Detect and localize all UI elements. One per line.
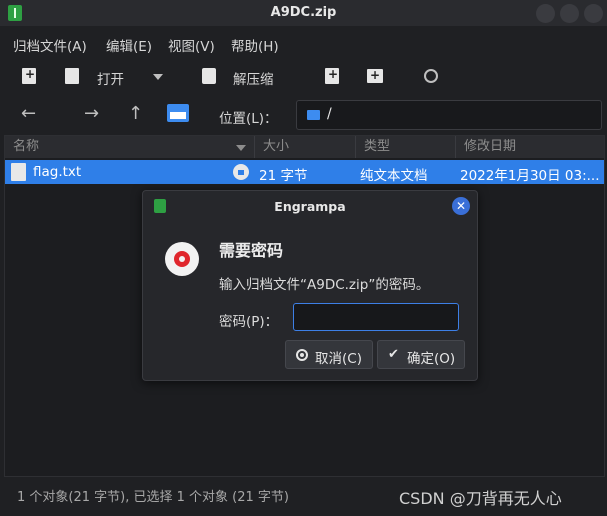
add-file-icon[interactable] xyxy=(325,67,339,84)
password-label: 密码(P)： xyxy=(219,314,279,330)
app-window: A9DC.zip 归档文件(A) 编辑(E) 视图(V) 帮助(H) 打开 解压… xyxy=(0,0,607,516)
ok-button[interactable]: ✔ 确定(O) xyxy=(377,340,465,369)
column-header-name[interactable]: 名称 xyxy=(5,136,255,158)
menu-bar: 归档文件(A) 编辑(E) 视图(V) 帮助(H) xyxy=(0,28,607,58)
minimize-button[interactable] xyxy=(536,4,555,23)
password-dialog: Engrampa ✕ 需要密码 输入归档文件“A9DC.zip”的密码。 密码(… xyxy=(142,190,478,381)
extract-icon[interactable] xyxy=(202,68,216,84)
password-key-icon xyxy=(165,242,199,276)
close-icon[interactable]: ✕ xyxy=(452,197,470,215)
up-arrow-icon[interactable]: ↑ xyxy=(128,103,143,124)
new-archive-icon[interactable] xyxy=(22,67,36,84)
location-field[interactable]: / xyxy=(296,100,602,130)
location-label: 位置(L)： xyxy=(219,111,278,127)
open-icon[interactable] xyxy=(65,68,79,84)
menu-archive[interactable]: 归档文件(A) xyxy=(13,35,87,55)
cancel-icon xyxy=(296,349,308,361)
password-input[interactable] xyxy=(293,303,459,331)
row-modified: 2022年1月30日 03:... xyxy=(460,168,600,184)
watermark: CSDN @刀背再无人心 xyxy=(399,489,562,508)
status-bar: 1 个对象(21 字节), 已选择 1 个对象 (21 字节) xyxy=(17,490,289,505)
back-arrow-icon[interactable]: ← xyxy=(21,103,36,124)
open-button[interactable]: 打开 xyxy=(97,68,124,88)
folder-icon xyxy=(307,110,320,120)
dialog-heading: 需要密码 xyxy=(219,241,284,260)
add-folder-icon[interactable] xyxy=(367,68,383,83)
row-size: 21 字节 xyxy=(259,168,308,184)
window-title: A9DC.zip xyxy=(270,5,337,20)
cancel-button-label: 取消(C) xyxy=(315,351,362,367)
column-header-modified[interactable]: 修改日期 xyxy=(456,136,604,158)
text-file-icon xyxy=(11,163,26,181)
forward-arrow-icon[interactable]: → xyxy=(84,103,99,124)
title-bar: A9DC.zip xyxy=(0,0,607,26)
close-window-button[interactable] xyxy=(584,4,603,23)
cancel-button[interactable]: 取消(C) xyxy=(285,340,373,369)
column-header-label: 名称 xyxy=(13,139,40,154)
menu-help[interactable]: 帮助(H) xyxy=(231,35,279,55)
toolbar: 打开 解压缩 xyxy=(0,60,607,94)
extract-button[interactable]: 解压缩 xyxy=(233,68,274,88)
ok-button-label: 确定(O) xyxy=(407,351,456,367)
column-header-size[interactable]: 大小 xyxy=(255,136,356,158)
chevron-down-icon[interactable] xyxy=(153,74,163,80)
dialog-title: Engrampa xyxy=(274,199,346,214)
lock-icon xyxy=(233,164,249,180)
row-name: flag.txt xyxy=(33,164,82,180)
location-bar: ← → ↑ 位置(L)： / xyxy=(0,98,607,132)
home-folder-icon[interactable] xyxy=(167,104,189,122)
row-type: 纯文本文档 xyxy=(360,168,428,184)
table-row[interactable]: flag.txt 21 字节 纯文本文档 2022年1月30日 03:... xyxy=(5,160,604,184)
sort-down-icon xyxy=(236,145,246,151)
column-header-type[interactable]: 类型 xyxy=(356,136,456,158)
menu-edit[interactable]: 编辑(E) xyxy=(106,35,152,55)
stop-icon[interactable] xyxy=(424,69,438,83)
maximize-button[interactable] xyxy=(560,4,579,23)
check-icon: ✔ xyxy=(388,347,399,362)
menu-view[interactable]: 视图(V) xyxy=(168,35,215,55)
location-path: / xyxy=(327,106,332,122)
dialog-message: 输入归档文件“A9DC.zip”的密码。 xyxy=(219,277,430,293)
